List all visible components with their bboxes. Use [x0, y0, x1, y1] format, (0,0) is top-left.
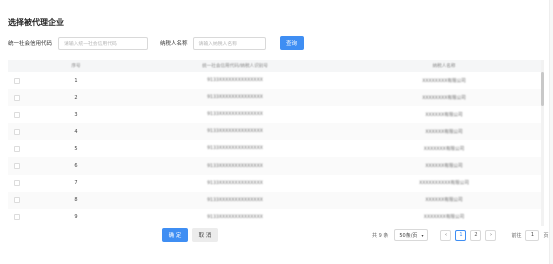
row-index: 4 — [74, 128, 78, 135]
table-row[interactable]: 2 9133XXXXXXXXXXXXXX XXXXXXXX有限公司 — [8, 89, 544, 107]
row-index: 1 — [74, 77, 78, 84]
pagination: 共 9 条 50条/页 ▾ ‹ 1 2 › 前往 1 页 — [372, 229, 548, 241]
row-credit-code: 9133XXXXXXXXXXXXXX — [207, 112, 263, 118]
table-body: 1 9133XXXXXXXXXXXXXX XXXXXXXX有限公司 2 9133XXXX… — [8, 72, 544, 226]
row-index: 9 — [74, 214, 78, 221]
table-row[interactable]: 8 9133XXXXXXXXXXXXXX XXXXXX有限公司 — [8, 191, 544, 209]
header-credit-code: 统一社会信用代码/纳税人识别号 — [202, 64, 268, 69]
row-credit-code: 9133XXXXXXXXXXXXXX — [207, 146, 263, 152]
row-taxpayer-name: XXXXXXXX有限公司 — [422, 95, 466, 101]
prev-page-button[interactable]: ‹ — [440, 229, 452, 241]
credit-code-label: 统一社会信用代码 — [8, 41, 53, 47]
total-count: 共 9 条 — [372, 232, 389, 239]
row-credit-code: 9133XXXXXXXXXXXXXX — [207, 78, 263, 84]
confirm-button[interactable]: 确 定 — [162, 228, 188, 242]
jump-label: 前往 — [511, 232, 522, 239]
table-row[interactable]: 7 9133XXXXXXXXXXXXXX XXXXXXXXXX有限公司 — [8, 175, 544, 192]
table-row[interactable]: 6 9133XXXXXXXXXXXXXX XXXXXX有限公司 — [8, 157, 544, 175]
row-taxpayer-name: XXXXXX有限公司 — [425, 112, 463, 118]
dialog-title: 选择被代理企业 — [8, 18, 64, 27]
row-checkbox-cell[interactable] — [8, 214, 26, 221]
header-index: 序号 — [71, 64, 81, 69]
window-edge — [549, 0, 553, 264]
row-checkbox[interactable] — [14, 111, 20, 118]
row-checkbox[interactable] — [14, 180, 20, 187]
row-checkbox[interactable] — [14, 94, 20, 101]
chevron-down-icon: ▾ — [421, 232, 424, 238]
row-checkbox-cell[interactable] — [8, 145, 26, 152]
jump-suffix: 页 — [543, 232, 549, 239]
row-checkbox-cell[interactable] — [8, 111, 26, 118]
taxpayer-name-label: 纳税人名称 — [160, 41, 188, 47]
row-credit-code: 9133XXXXXXXXXXXXXX — [207, 214, 263, 220]
chevron-left-icon: ‹ — [444, 232, 447, 238]
table-row[interactable]: 3 9133XXXXXXXXXXXXXX XXXXXX有限公司 — [8, 106, 544, 123]
table-row[interactable]: 9 9133XXXXXXXXXXXXXX XXXXXXX有限公司 — [8, 209, 544, 226]
row-index: 7 — [74, 180, 78, 187]
query-button[interactable]: 查询 — [279, 36, 304, 50]
row-index: 2 — [74, 94, 78, 101]
row-checkbox[interactable] — [14, 145, 20, 152]
row-checkbox[interactable] — [14, 163, 20, 170]
table-header: 序号 统一社会信用代码/纳税人识别号 纳税人名称 — [8, 60, 544, 72]
credit-code-input[interactable]: 请输入统一社会信用代码 — [58, 36, 149, 50]
row-taxpayer-name: XXXXXX有限公司 — [425, 129, 463, 135]
row-checkbox-cell[interactable] — [8, 128, 26, 135]
row-credit-code: 9133XXXXXXXXXXXXXX — [207, 129, 263, 135]
row-taxpayer-name: XXXXXXXXXX有限公司 — [419, 181, 469, 187]
table-scrollbar[interactable] — [541, 60, 544, 226]
scrollbar-thumb[interactable] — [541, 72, 544, 106]
enterprise-table: 序号 统一社会信用代码/纳税人识别号 纳税人名称 1 9133XXXXXXXXXX… — [8, 60, 544, 226]
next-page-button[interactable]: › — [485, 229, 497, 241]
row-index: 5 — [74, 145, 78, 152]
page-2-button[interactable]: 2 — [470, 229, 482, 241]
row-checkbox-cell[interactable] — [8, 94, 26, 101]
search-bar: 统一社会信用代码 请输入统一社会信用代码 纳税人名称 请输入纳税人名称 查询 — [8, 36, 304, 50]
row-credit-code: 9133XXXXXXXXXXXXXX — [207, 197, 263, 203]
page-size-select[interactable]: 50条/页 ▾ — [394, 229, 429, 241]
jump-page-input[interactable]: 1 — [525, 229, 540, 241]
row-checkbox[interactable] — [14, 128, 20, 135]
row-credit-code: 9133XXXXXXXXXXXXXX — [207, 163, 263, 169]
row-credit-code: 9133XXXXXXXXXXXXXX — [207, 95, 263, 101]
table-row[interactable]: 5 9133XXXXXXXXXXXXXX XXXXXXX有限公司 — [8, 140, 544, 157]
row-index: 6 — [74, 163, 78, 170]
chevron-right-icon: › — [489, 232, 492, 238]
row-checkbox[interactable] — [14, 77, 20, 84]
row-taxpayer-name: XXXXXXX有限公司 — [423, 146, 465, 152]
row-index: 8 — [74, 197, 78, 204]
row-taxpayer-name: XXXXXXX有限公司 — [423, 215, 465, 221]
table-row[interactable]: 4 9133XXXXXXXXXXXXXX XXXXXX有限公司 — [8, 123, 544, 141]
row-credit-code: 9133XXXXXXXXXXXXXX — [207, 180, 263, 186]
row-taxpayer-name: XXXXXX有限公司 — [425, 198, 463, 204]
table-row[interactable]: 1 9133XXXXXXXXXXXXXX XXXXXXXX有限公司 — [8, 72, 544, 89]
row-taxpayer-name: XXXXXX有限公司 — [425, 164, 463, 170]
row-checkbox[interactable] — [14, 197, 20, 204]
cancel-button[interactable]: 取 消 — [192, 228, 218, 242]
row-index: 3 — [74, 111, 78, 118]
taxpayer-name-input[interactable]: 请输入纳税人名称 — [192, 36, 266, 50]
row-checkbox[interactable] — [14, 214, 20, 221]
row-taxpayer-name: XXXXXXXX有限公司 — [422, 78, 466, 84]
header-taxpayer-name: 纳税人名称 — [432, 64, 456, 69]
row-checkbox-cell[interactable] — [8, 77, 26, 84]
page-1-button[interactable]: 1 — [455, 229, 467, 241]
row-checkbox-cell[interactable] — [8, 180, 26, 187]
row-checkbox-cell[interactable] — [8, 197, 26, 204]
row-checkbox-cell[interactable] — [8, 163, 26, 170]
page-size-value: 50条/页 — [399, 232, 418, 239]
